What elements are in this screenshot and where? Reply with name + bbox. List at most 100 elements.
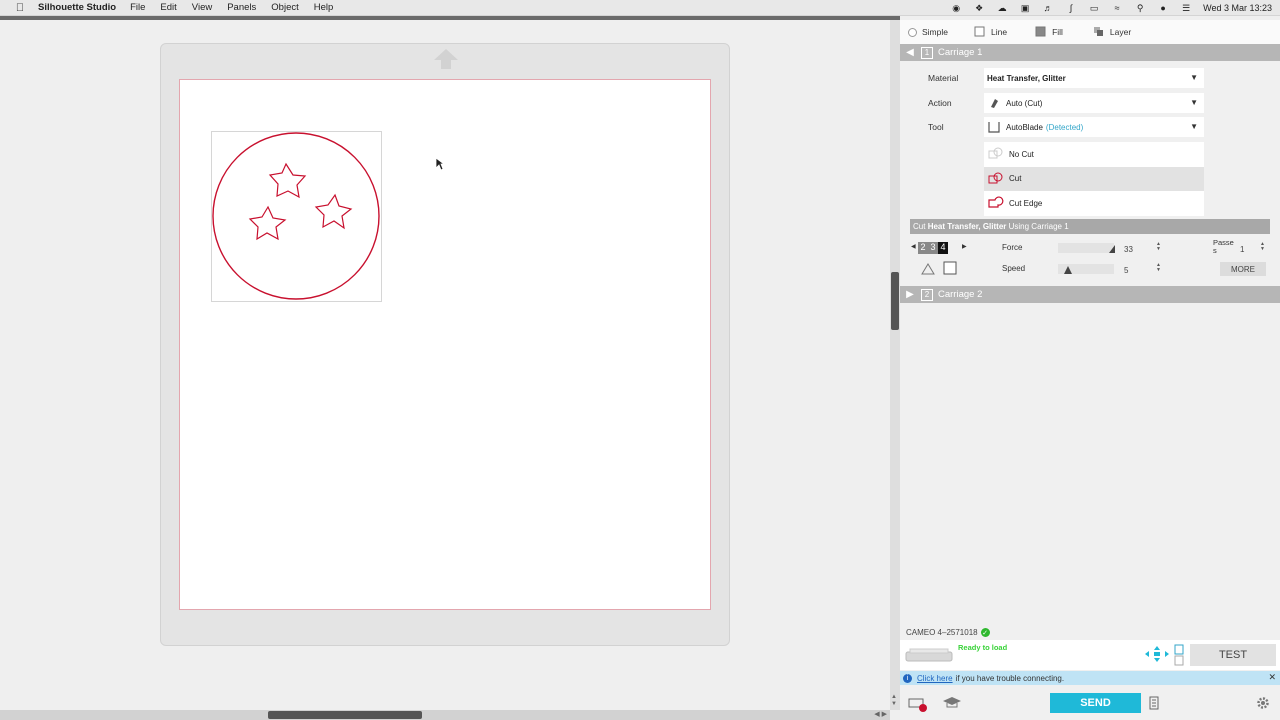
horizontal-scroll-thumb[interactable]: [268, 711, 422, 719]
record-icon[interactable]: ◉: [950, 3, 962, 13]
material-value: Heat Transfer, Glitter: [987, 73, 1066, 83]
material-label: Material: [928, 73, 959, 83]
speed-slider[interactable]: [1058, 264, 1114, 274]
menu-panels[interactable]: Panels: [227, 2, 256, 13]
carriage-2-label: Carriage 2: [938, 289, 983, 300]
vertical-scroll-arrows[interactable]: ▲ ▼: [891, 694, 897, 708]
force-input[interactable]: 33: [1120, 243, 1150, 255]
square-outline-icon[interactable]: [943, 261, 957, 275]
spotlight-search-icon[interactable]: ⚲: [1134, 3, 1146, 13]
app-name-menu[interactable]: Silhouette Studio: [38, 2, 116, 13]
blade-depth-3[interactable]: 3: [928, 242, 938, 254]
mode-simple[interactable]: Simple: [908, 27, 948, 37]
cloud-icon[interactable]: ☁: [996, 3, 1008, 13]
info-icon: i: [903, 673, 912, 683]
carriage-2-header[interactable]: ▶ 2 Carriage 2: [900, 286, 1280, 303]
siri-icon[interactable]: ●: [1157, 3, 1169, 13]
passes-input[interactable]: 1: [1236, 243, 1258, 255]
mode-line-label: Line: [990, 27, 1008, 37]
blade-depth-4[interactable]: 4: [938, 242, 948, 254]
action-cut[interactable]: Cut: [984, 166, 1204, 191]
battery-icon[interactable]: ▭: [1088, 3, 1100, 13]
vertical-scroll-thumb[interactable]: [891, 272, 899, 330]
machine-status-area: Ready to load TEST: [900, 640, 1280, 670]
menu-edit[interactable]: Edit: [160, 2, 176, 13]
help-link[interactable]: Click here: [917, 674, 953, 683]
dropbox-icon[interactable]: ❖: [973, 3, 985, 13]
action-cut-label: Cut: [1009, 174, 1022, 184]
force-stepper[interactable]: ▲ ▼: [1156, 242, 1161, 252]
action-label: Action: [928, 98, 952, 108]
control-center-icon[interactable]: ☰: [1180, 3, 1192, 13]
action-no-cut-label: No Cut: [1009, 149, 1034, 159]
more-button[interactable]: MORE: [1220, 262, 1266, 276]
connection-info-bar: i Click here if you have trouble connect…: [900, 671, 1280, 685]
action-dropdown[interactable]: Auto (Cut) ▼: [984, 93, 1204, 113]
cutter-machine-icon: [905, 648, 953, 662]
send-button[interactable]: SEND: [1050, 693, 1141, 713]
tool-value: AutoBlade: [1006, 122, 1043, 132]
autoblade-icon: [987, 120, 1001, 134]
mouse-cursor-icon: [435, 157, 445, 171]
cut-settings: ◀ 2 3 4 ▶ Force 33 ▲ ▼ Speed 5 ▲ ▼ Passe s…: [910, 234, 1270, 282]
design-shapes[interactable]: [211, 131, 382, 302]
mode-fill[interactable]: Fill: [1035, 26, 1063, 38]
blade-depth-2[interactable]: 2: [918, 242, 928, 254]
carriage-1-header[interactable]: ◀ 1 Carriage 1: [900, 44, 1280, 61]
action-no-cut[interactable]: No Cut: [984, 142, 1204, 167]
close-icon[interactable]: ✕: [1268, 672, 1276, 683]
n-app-icon[interactable]: ▣: [1019, 3, 1031, 13]
machine-queue-icon[interactable]: [908, 696, 928, 712]
action-cut-edge[interactable]: Cut Edge: [984, 191, 1204, 216]
mode-simple-label: Simple: [922, 27, 948, 37]
fill-mode-icon: [1035, 26, 1046, 37]
apple-icon[interactable]: : [13, 2, 27, 14]
job-list-icon[interactable]: [1149, 696, 1159, 710]
tutorial-cap-icon[interactable]: [942, 696, 962, 710]
cut-summary-bar: Cut Heat Transfer, Glitter Using Carriag…: [910, 219, 1270, 234]
action-cut-edge-label: Cut Edge: [1009, 198, 1043, 208]
tool-detected: (Detected): [1045, 122, 1084, 132]
menu-file[interactable]: File: [130, 2, 145, 13]
mode-fill-label: Fill: [1052, 27, 1063, 37]
tool-dropdown[interactable]: AutoBlade (Detected) ▼: [984, 117, 1204, 137]
triangle-outline-icon[interactable]: [920, 262, 936, 276]
line-mode-icon: [974, 26, 985, 37]
collapse-triangle-icon[interactable]: ◀: [902, 47, 918, 58]
volume-icon[interactable]: ♬: [1042, 3, 1054, 13]
menu-help[interactable]: Help: [314, 2, 334, 13]
menubar-clock[interactable]: Wed 3 Mar 13:23: [1203, 3, 1272, 13]
menu-view[interactable]: View: [192, 2, 212, 13]
speed-label: Speed: [1002, 264, 1026, 273]
radio-icon[interactable]: [908, 27, 917, 37]
force-slider[interactable]: [1058, 243, 1115, 253]
mode-layer[interactable]: Layer: [1093, 26, 1131, 38]
material-dropdown[interactable]: Heat Transfer, Glitter ▼: [984, 68, 1204, 88]
arrow-right-icon[interactable]: ▶: [962, 243, 967, 250]
gear-icon[interactable]: [1256, 696, 1270, 710]
feed-direction-arrow-icon: [434, 49, 458, 69]
speed-slider-handle[interactable]: [1064, 266, 1072, 274]
horizontal-scroll-arrows[interactable]: ◀ ▶: [874, 710, 887, 718]
send-panel: Simple Line Fill Layer ◀ 1 Carriage 1 Ma…: [900, 20, 1280, 720]
mode-line[interactable]: Line: [974, 26, 1007, 38]
carriage-select-icon[interactable]: [1174, 644, 1184, 666]
carriage-2-number: 2: [921, 288, 933, 301]
blade-depth-selector[interactable]: 2 3 4: [918, 242, 948, 254]
speed-input[interactable]: 5: [1120, 264, 1150, 276]
send-mode-bar: Simple Line Fill Layer: [900, 20, 1280, 44]
test-button[interactable]: TEST: [1190, 644, 1276, 666]
arrow-left-icon[interactable]: ◀: [911, 243, 916, 250]
force-label: Force: [1002, 243, 1023, 252]
force-slider-handle[interactable]: [1109, 245, 1115, 253]
menu-object[interactable]: Object: [271, 2, 298, 13]
bluetooth-icon[interactable]: ∫: [1065, 3, 1077, 13]
horizontal-scrollbar[interactable]: ◀ ▶: [0, 710, 890, 720]
vertical-scrollbar[interactable]: ▲ ▼: [890, 20, 900, 710]
speed-stepper[interactable]: ▲ ▼: [1156, 263, 1161, 273]
passes-stepper[interactable]: ▲ ▼: [1260, 242, 1265, 252]
move-arrows-icon[interactable]: [1144, 645, 1170, 663]
menu-bar:  Silhouette Studio File Edit View Panel…: [0, 0, 1280, 16]
expand-triangle-icon[interactable]: ▶: [902, 289, 918, 300]
wifi-icon[interactable]: ≈: [1111, 3, 1123, 13]
